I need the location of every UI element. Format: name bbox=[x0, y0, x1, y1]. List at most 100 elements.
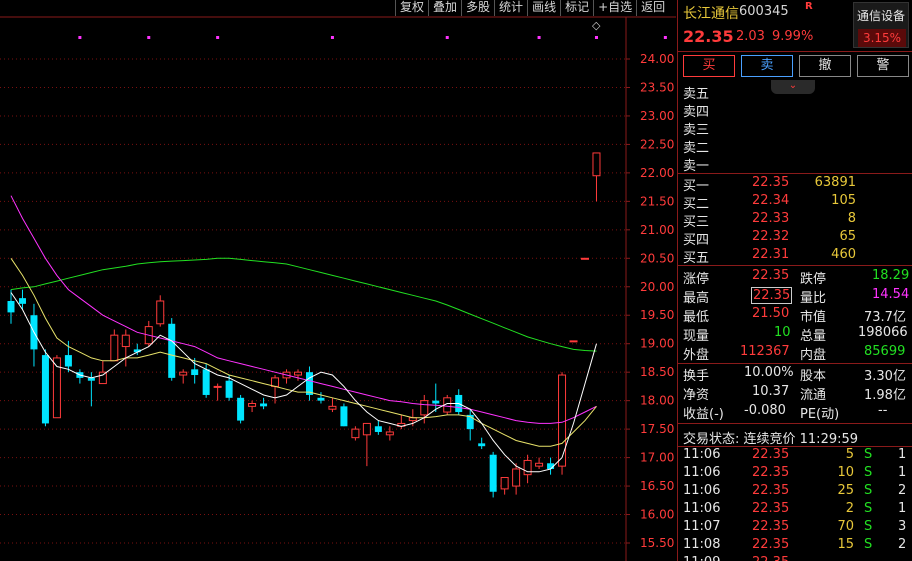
tick-count: 2 bbox=[898, 537, 907, 552]
signal-marker bbox=[216, 36, 220, 39]
shares-label: 股本 bbox=[800, 369, 827, 384]
signal-marker bbox=[594, 36, 598, 39]
toolbar-button[interactable]: 返回 bbox=[636, 0, 669, 16]
cur-vol-value: 10 bbox=[774, 325, 791, 340]
toolbar-button[interactable]: 叠加 bbox=[428, 0, 461, 16]
buy-button[interactable]: 买 bbox=[683, 55, 735, 77]
candle-body bbox=[121, 334, 130, 348]
candle-body bbox=[351, 428, 360, 439]
toolbar-button[interactable]: 标记 bbox=[560, 0, 593, 16]
candle-body bbox=[374, 426, 382, 432]
tick-count: 1 bbox=[898, 465, 907, 480]
tick-volume: 25 bbox=[837, 483, 854, 498]
diamond-icon[interactable]: ◇ bbox=[592, 19, 600, 32]
eps-value: -0.080 bbox=[744, 403, 786, 418]
ask-row[interactable]: 卖二 bbox=[678, 137, 912, 156]
sector-button[interactable]: 通信设备 3.15% bbox=[853, 2, 909, 48]
tick-row: 11:08 22.35 15 S 2 bbox=[678, 537, 912, 555]
bid-label: 买五 bbox=[683, 251, 710, 266]
kline-chart-area[interactable]: 24.00 23.50 23.00 22.50 22.00 21.50 21.00 20.50… bbox=[0, 0, 676, 561]
r-badge: R bbox=[805, 1, 813, 12]
high-value: 22.35 bbox=[751, 287, 793, 304]
sell-button[interactable]: 卖 bbox=[741, 55, 793, 77]
candle-body bbox=[202, 369, 210, 395]
bid-volume: 105 bbox=[831, 193, 856, 208]
candle-body bbox=[362, 422, 371, 436]
limit-up-label: 涨停 bbox=[683, 272, 710, 287]
bid-row[interactable]: 买四 22.32 65 bbox=[678, 229, 912, 248]
tick-row: 11:06 22.35 10 S 1 bbox=[678, 465, 912, 483]
pe-value: -- bbox=[878, 403, 888, 418]
outer-value: 112367 bbox=[740, 344, 790, 359]
bid-row[interactable]: 买三 22.33 8 bbox=[678, 211, 912, 230]
bid-row[interactable]: 买五 22.31 460 bbox=[678, 247, 912, 266]
y-tick-label: 21.50 bbox=[640, 194, 674, 208]
ma60-line bbox=[10, 257, 597, 352]
tick-side: S bbox=[864, 447, 873, 462]
quote-panel: 长江通信 600345 R 22.35 2.03 9.99% 通信设备 3.15… bbox=[677, 0, 912, 561]
bid-price: 22.31 bbox=[752, 247, 790, 262]
tick-price: 22.35 bbox=[752, 501, 790, 516]
tick-volume: 2 bbox=[845, 501, 854, 516]
candle-body bbox=[569, 340, 578, 343]
cur-vol-label: 现量 bbox=[683, 329, 710, 344]
candle-body bbox=[385, 431, 394, 436]
toolbar-button[interactable]: 多股 bbox=[461, 0, 494, 16]
y-tick-label: 24.00 bbox=[640, 52, 674, 66]
toolbar-button[interactable]: +自选 bbox=[593, 0, 636, 16]
signal-marker bbox=[147, 36, 151, 39]
bid-label: 买二 bbox=[683, 197, 710, 212]
ask-row[interactable]: 卖四 bbox=[678, 101, 912, 120]
toolbar-button[interactable]: 画线 bbox=[527, 0, 560, 16]
cancel-order-button[interactable]: 撤 bbox=[799, 55, 851, 77]
tick-side: S bbox=[864, 537, 873, 552]
outer-label: 外盘 bbox=[683, 348, 710, 363]
vol-ratio-label: 量比 bbox=[800, 291, 827, 306]
candle-body bbox=[225, 380, 233, 398]
toolbar-button[interactable]: 统计 bbox=[494, 0, 527, 16]
candle-body bbox=[98, 371, 107, 385]
tick-side: S bbox=[864, 519, 873, 534]
y-tick-label: 17.00 bbox=[640, 451, 674, 465]
tick-price: 22.35 bbox=[752, 483, 790, 498]
tick-count: 1 bbox=[898, 501, 907, 516]
candle-body bbox=[7, 301, 15, 313]
shares-value: 3.30亿 bbox=[864, 369, 906, 384]
sector-value: 3.15% bbox=[858, 29, 906, 47]
ask-row[interactable]: 卖三 bbox=[678, 119, 912, 138]
low-value: 21.50 bbox=[752, 306, 790, 321]
ask-label: 卖五 bbox=[683, 87, 710, 102]
y-tick-label: 19.50 bbox=[640, 308, 674, 322]
mktcap-value: 73.7亿 bbox=[864, 310, 906, 325]
candle-body bbox=[581, 257, 589, 260]
y-tick-label: 18.50 bbox=[640, 365, 674, 379]
bid-price: 22.34 bbox=[752, 193, 790, 208]
bid-row[interactable]: 买一 22.35 63891 bbox=[678, 175, 912, 194]
bid-price: 22.33 bbox=[752, 211, 790, 226]
ask-row[interactable]: 卖五 bbox=[678, 83, 912, 102]
candle-body bbox=[317, 397, 325, 401]
candle-body bbox=[340, 406, 348, 427]
candle-body bbox=[432, 400, 440, 404]
mktcap-label: 市值 bbox=[800, 310, 827, 325]
candle-body bbox=[237, 397, 245, 421]
bid-row[interactable]: 买二 22.34 105 bbox=[678, 193, 912, 212]
tick-count: 2 bbox=[898, 483, 907, 498]
candle-body bbox=[558, 374, 567, 467]
ask-row[interactable]: 卖一 bbox=[678, 155, 912, 174]
tick-price: 22.35 bbox=[752, 519, 790, 534]
candle-body bbox=[500, 477, 509, 490]
inner-label: 内盘 bbox=[800, 348, 827, 363]
tick-price: 22.35 bbox=[752, 555, 789, 561]
candle-body bbox=[168, 323, 176, 378]
y-tick-label: 19.00 bbox=[640, 337, 674, 351]
kline-chart[interactable]: 24.00 23.50 23.00 22.50 22.00 21.50 21.00 20.50… bbox=[0, 0, 676, 561]
candle-body bbox=[512, 468, 521, 487]
toolbar-button[interactable]: 复权 bbox=[395, 0, 428, 16]
candle-body bbox=[110, 334, 119, 362]
alert-button[interactable]: 警 bbox=[857, 55, 909, 77]
float-value: 1.98亿 bbox=[864, 388, 906, 403]
candle-body bbox=[294, 371, 302, 376]
y-tick-label: 20.50 bbox=[640, 251, 674, 265]
tick-time: 11:09 bbox=[683, 555, 720, 561]
